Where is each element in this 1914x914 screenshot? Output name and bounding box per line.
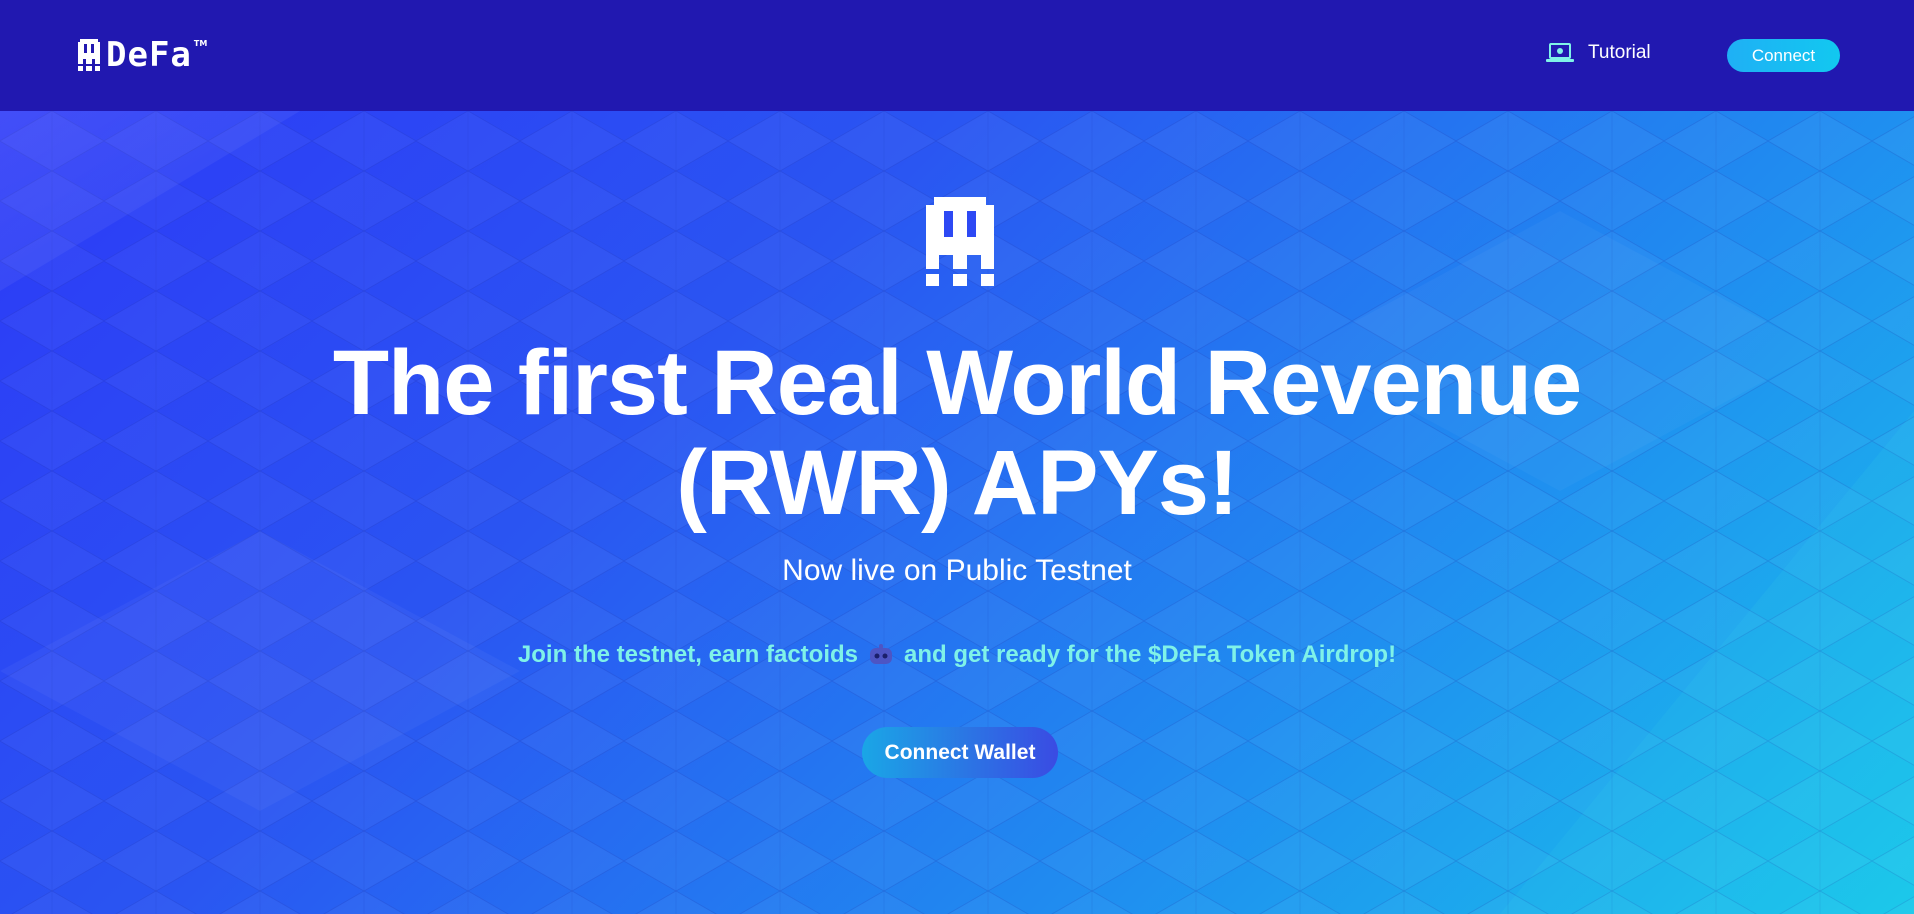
defa-mascot-icon	[926, 197, 994, 286]
connect-button[interactable]: Connect	[1727, 39, 1840, 72]
defa-logo[interactable]: DeFa TM	[78, 38, 207, 72]
top-nav-bar: DeFa TM Tutorial Connect	[0, 0, 1914, 111]
robot-emoji-icon	[870, 644, 892, 664]
logo-wordmark: DeFa	[106, 35, 192, 75]
tutorial-label: Tutorial	[1588, 42, 1651, 63]
trademark-mark: TM	[193, 38, 208, 48]
defa-mascot-icon	[78, 39, 100, 71]
hero-section: The first Real World Revenue (RWR) APYs!…	[0, 111, 1914, 914]
hero-subline: Now live on Public Testnet	[782, 554, 1132, 587]
callout-text-part-1: Join the testnet, earn factoids	[517, 641, 858, 668]
testnet-callout: Join the testnet, earn factoids and get …	[307, 641, 1607, 669]
callout-text-part-2: and get ready for the $DeFa Token Airdro…	[904, 641, 1397, 668]
headline-line-2: (RWR) APYs!	[676, 432, 1238, 534]
tutorial-link[interactable]: Tutorial	[1546, 42, 1651, 64]
headline-line-1: The first Real World Revenue	[332, 332, 1582, 434]
hero-headline: The first Real World Revenue (RWR) APYs!	[207, 333, 1707, 533]
connect-wallet-button[interactable]: Connect Wallet	[862, 727, 1058, 778]
laptop-icon	[1546, 43, 1574, 62]
